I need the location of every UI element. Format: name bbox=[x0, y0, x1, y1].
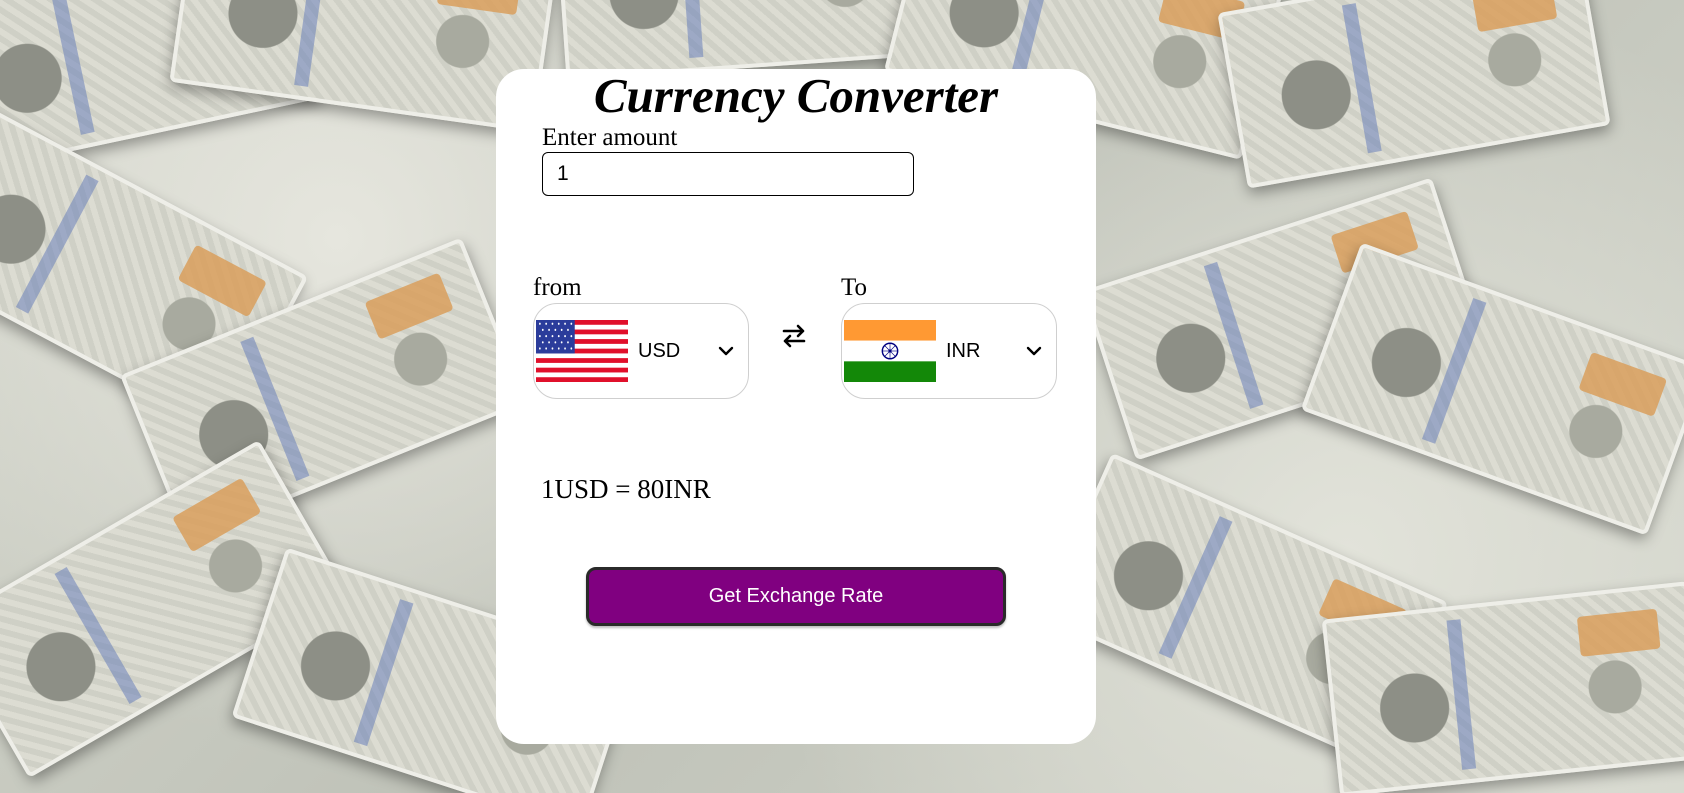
amount-input[interactable] bbox=[542, 152, 914, 196]
from-currency-select[interactable]: USD bbox=[533, 303, 749, 399]
chevron-down-icon bbox=[718, 346, 734, 356]
exchange-result: 1USD = 80INR bbox=[541, 474, 711, 504]
india-flag-icon bbox=[844, 320, 936, 382]
page-title: Currency Converter bbox=[593, 68, 999, 123]
get-exchange-rate-button[interactable]: Get Exchange Rate bbox=[586, 567, 1006, 626]
from-label: from bbox=[533, 274, 582, 301]
banknote-image bbox=[1300, 242, 1684, 536]
to-label: To bbox=[841, 274, 868, 301]
from-currency-code: USD bbox=[638, 339, 681, 362]
us-flag-icon bbox=[536, 320, 628, 382]
banknote-image bbox=[1321, 581, 1684, 793]
swap-arrows-icon[interactable] bbox=[780, 322, 808, 350]
banknote-image bbox=[1217, 0, 1611, 189]
amount-label: Enter amount bbox=[542, 124, 678, 151]
to-currency-select[interactable]: INR bbox=[841, 303, 1057, 399]
chevron-down-icon bbox=[1026, 346, 1042, 356]
converter-card: Currency Converter Enter amount from bbox=[496, 69, 1096, 744]
to-currency-code: INR bbox=[946, 339, 981, 362]
